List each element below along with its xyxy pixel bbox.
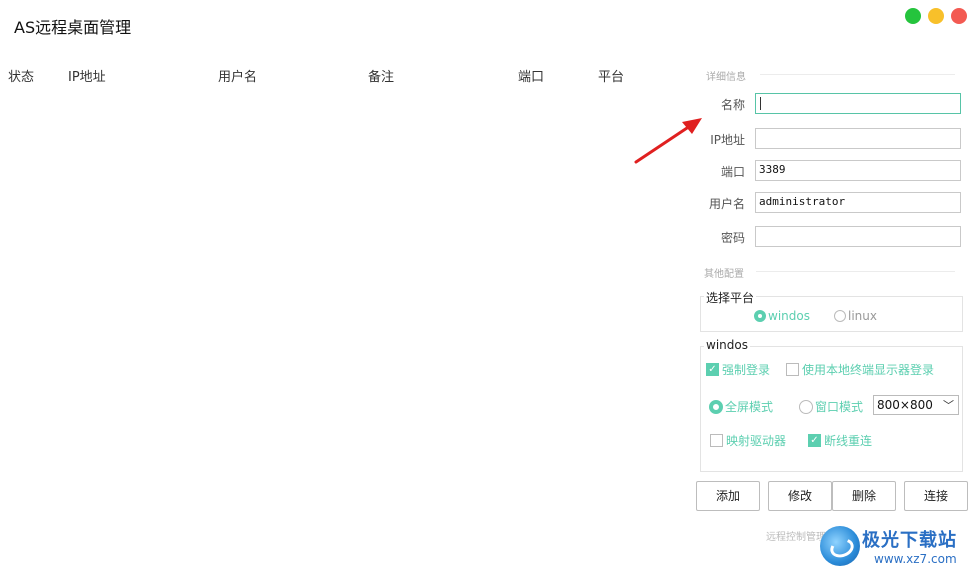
chevron-down-icon: ﹀ — [943, 399, 954, 412]
window-controls — [905, 8, 967, 24]
radio-unselected-icon — [834, 310, 846, 322]
local-display-login-checkbox[interactable]: 使用本地终端显示器登录 — [786, 361, 934, 378]
resolution-value: 800×800 — [877, 398, 933, 412]
app-title: AS远程桌面管理 — [14, 18, 132, 37]
watermark-url: www.xz7.com — [874, 552, 957, 566]
port-input[interactable]: 3389 — [755, 160, 961, 181]
platform-radio-windos[interactable]: windos — [754, 309, 810, 323]
connection-table-header: 状态 IP地址 用户名 备注 端口 平台 — [0, 66, 690, 86]
minimize-button[interactable] — [928, 8, 944, 24]
resolution-select[interactable]: 800×800 ﹀ — [873, 395, 959, 415]
windos-group-title: windos — [704, 338, 750, 352]
details-divider — [760, 74, 955, 75]
add-button[interactable]: 添加 — [696, 481, 760, 511]
radio-selected-icon — [754, 310, 766, 322]
radio-unselected-icon — [799, 399, 813, 414]
text-caret — [760, 96, 761, 110]
column-header-note[interactable]: 备注 — [368, 66, 394, 85]
maximize-button[interactable] — [905, 8, 921, 24]
checkbox-checked-icon: ✓ — [706, 363, 719, 376]
watermark-icon — [820, 526, 860, 566]
column-header-ip[interactable]: IP地址 — [68, 66, 106, 85]
annotation-arrow-icon — [634, 118, 702, 164]
connect-button[interactable]: 连接 — [904, 481, 968, 511]
column-header-username[interactable]: 用户名 — [218, 66, 257, 85]
delete-button[interactable]: 删除 — [832, 481, 896, 511]
edit-button[interactable]: 修改 — [768, 481, 832, 511]
password-label: 密码 — [720, 231, 745, 245]
ip-input[interactable] — [755, 128, 961, 149]
force-login-checkbox[interactable]: ✓ 强制登录 — [706, 361, 770, 378]
platform-radio-linux[interactable]: linux — [834, 309, 877, 323]
window-mode-radio[interactable]: 窗口模式 — [799, 398, 863, 415]
other-config-divider — [756, 271, 955, 272]
username-input[interactable]: administrator — [755, 192, 961, 213]
checkbox-checked-icon: ✓ — [808, 434, 821, 447]
password-input[interactable] — [755, 226, 961, 247]
other-config-section-title: 其他配置 — [704, 269, 744, 280]
radio-selected-icon — [709, 399, 723, 414]
column-header-status[interactable]: 状态 — [8, 66, 34, 85]
checkbox-unchecked-icon — [710, 434, 723, 447]
name-input[interactable] — [755, 93, 961, 114]
watermark-title: 极光下载站 — [862, 530, 957, 551]
column-header-port[interactable]: 端口 — [518, 66, 544, 85]
watermark-logo: 极光下载站 www.xz7.com — [820, 524, 970, 574]
username-label: 用户名 — [708, 197, 745, 211]
platform-group-title: 选择平台 — [704, 289, 757, 306]
details-section-title: 详细信息 — [706, 72, 746, 83]
auto-reconnect-checkbox[interactable]: ✓ 断线重连 — [808, 432, 872, 449]
fullscreen-mode-radio[interactable]: 全屏模式 — [709, 398, 773, 415]
checkbox-unchecked-icon — [786, 363, 799, 376]
map-drives-checkbox[interactable]: 映射驱动器 — [710, 432, 786, 449]
close-button[interactable] — [951, 8, 967, 24]
column-header-platform[interactable]: 平台 — [598, 66, 624, 85]
